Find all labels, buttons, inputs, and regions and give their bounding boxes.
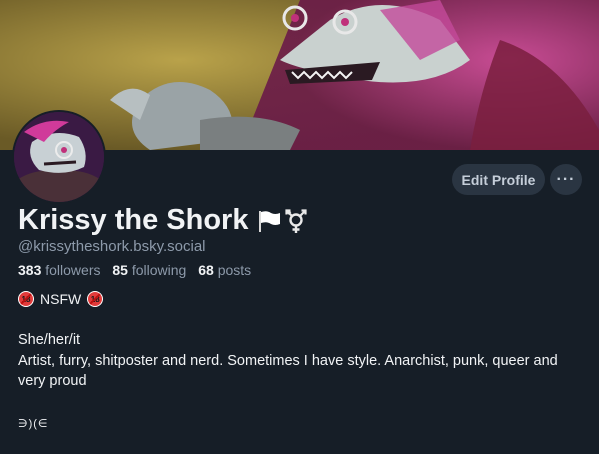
following-count: 85 [112,262,128,278]
ellipsis-icon: ··· [556,170,576,188]
posts-count: 68 [198,262,214,278]
nsfw-label-text: NSFW [40,291,82,307]
bio-shark-emoticon: ∋)(∈ [18,417,49,430]
followers-count: 383 [18,262,42,278]
transgender-symbol-icon [285,208,308,233]
following-label: following [131,262,187,278]
profile-stats: 383 followers 85 following 68 posts [18,262,259,278]
more-options-button[interactable]: ··· [550,164,582,195]
profile-handle[interactable]: @krissytheshork.bsky.social [18,238,206,255]
following-link[interactable]: 85 following [112,262,186,278]
no-under-18-icon: 18 [87,291,104,307]
posts-count-item: 68 posts [198,262,251,278]
posts-label: posts [217,262,252,278]
profile-display-name-row: Krissy the Shork [18,204,308,237]
bio-description: Artist, furry, shitposter and nerd. Some… [18,352,558,390]
profile-bio: She/her/it Artist, furry, shitposter and… [18,330,588,434]
name-emoji-group [256,207,308,235]
no-under-18-icon: 18 [18,291,34,307]
bio-pronouns: She/her/it [18,332,81,348]
avatar-image [14,112,104,202]
edit-profile-button[interactable]: Edit Profile [452,164,545,195]
display-name: Krissy the Shork [18,204,249,236]
nsfw-label[interactable]: 18 NSFW 18 [18,291,104,307]
avatar[interactable] [12,110,106,204]
followers-link[interactable]: 383 followers [18,262,101,278]
followers-label: followers [45,262,101,278]
white-flag-icon [259,210,281,232]
